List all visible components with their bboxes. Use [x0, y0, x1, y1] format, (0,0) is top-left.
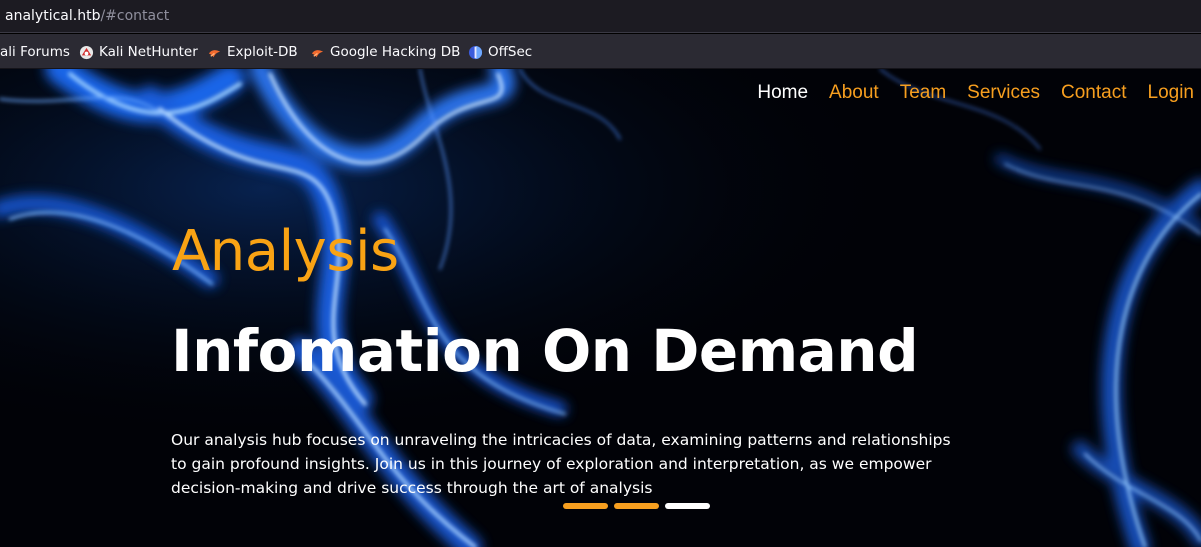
bookmarks-toolbar: ali Forums Kali NetHunter Exploit-DB Goo…	[0, 34, 1201, 69]
bookmark-kali-forums[interactable]: ali Forums	[0, 44, 70, 60]
bookmark-label: Exploit-DB	[227, 44, 298, 60]
url-host: analytical.htb	[5, 8, 101, 24]
bookmark-kali-nethunter[interactable]: Kali NetHunter	[79, 44, 198, 60]
carousel-indicator-1[interactable]	[563, 503, 608, 509]
bookmark-google-hacking-db[interactable]: Google Hacking DB	[310, 44, 460, 60]
carousel-indicator-2[interactable]	[614, 503, 659, 509]
hero-headline: Infomation On Demand	[171, 317, 919, 385]
url-path: /#contact	[100, 8, 170, 24]
hero-kicker: Analysis	[172, 219, 399, 284]
nav-about-link[interactable]: About	[829, 82, 879, 104]
offsec-icon	[468, 45, 483, 59]
bookmark-label: OffSec	[488, 44, 533, 60]
nav-team-link[interactable]: Team	[900, 82, 946, 104]
bookmark-label: ali Forums	[0, 44, 70, 60]
main-nav: Home About Team Services Contact Login	[757, 82, 1194, 104]
bookmark-label: Kali NetHunter	[99, 44, 198, 60]
carousel-indicator-3[interactable]	[665, 503, 710, 509]
nav-login-link[interactable]: Login	[1148, 82, 1195, 104]
exploit-db-icon	[208, 49, 221, 57]
hero-description: Our analysis hub focuses on unraveling t…	[171, 431, 951, 497]
nav-home-link[interactable]: Home	[757, 82, 808, 104]
kali-nethunter-icon	[79, 45, 94, 59]
google-hacking-db-icon	[311, 49, 324, 57]
bookmark-label: Google Hacking DB	[330, 44, 461, 60]
bookmark-exploit-db[interactable]: Exploit-DB	[207, 44, 298, 60]
nav-services-link[interactable]: Services	[967, 82, 1040, 104]
url-bar[interactable]: analytical.htb/#contact	[0, 0, 1201, 33]
url-text[interactable]: analytical.htb/#contact	[5, 8, 169, 24]
nav-contact-link[interactable]: Contact	[1061, 82, 1126, 104]
hero-section: Home About Team Services Contact Login A…	[0, 69, 1201, 547]
carousel-indicators	[563, 503, 710, 509]
bookmark-offsec[interactable]: OffSec	[468, 44, 532, 60]
